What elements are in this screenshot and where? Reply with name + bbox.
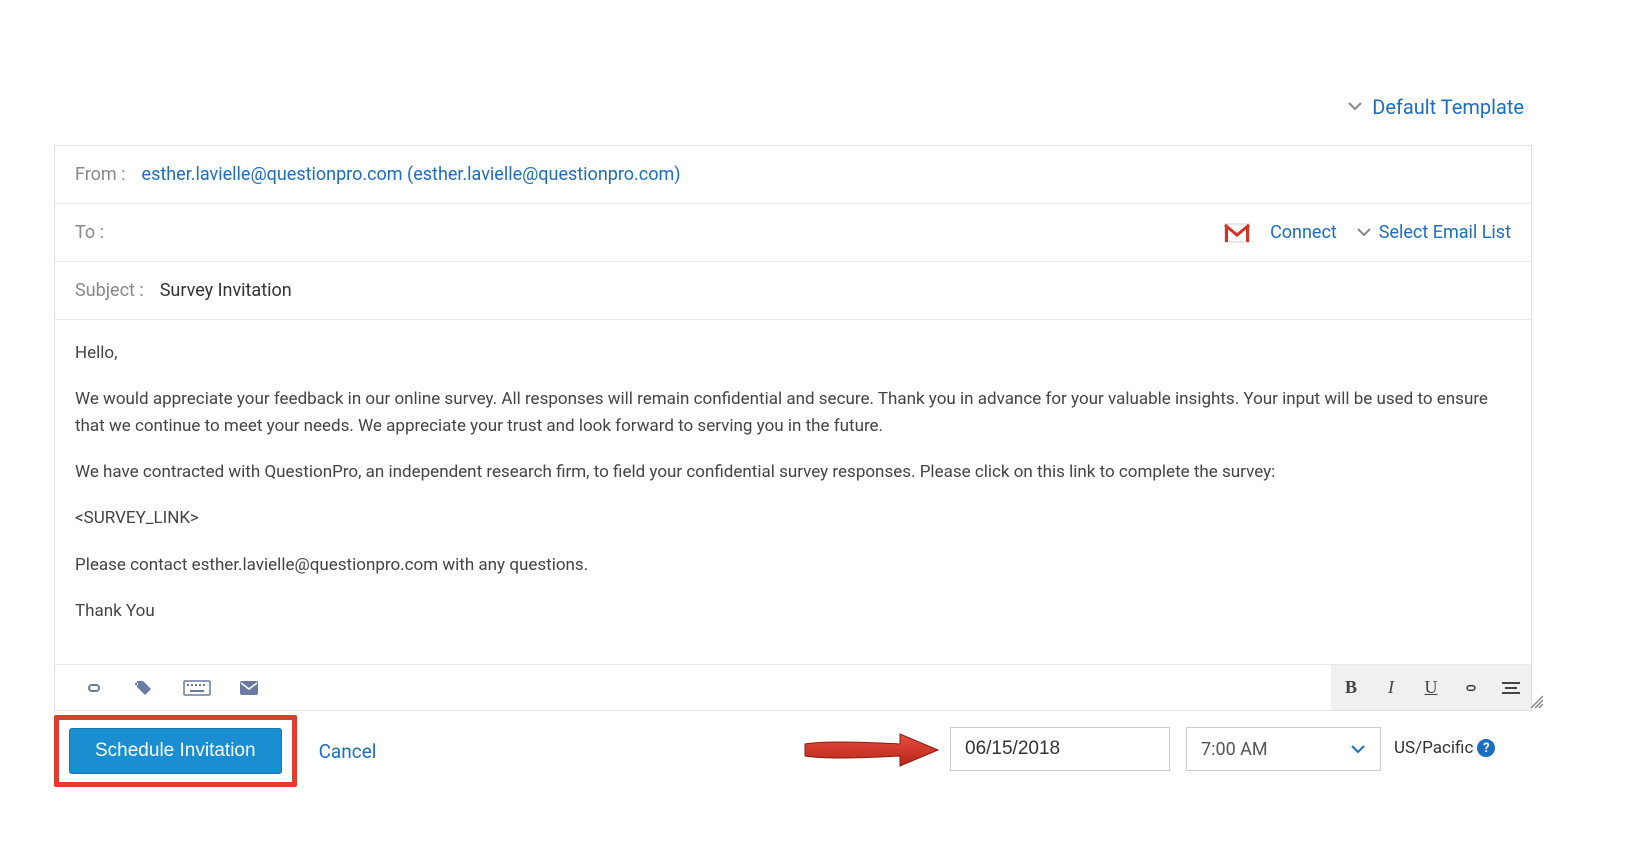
chevron-down-icon	[1350, 739, 1366, 760]
body-paragraph: Please contact esther.lavielle@questionp…	[75, 552, 1511, 578]
cancel-link[interactable]: Cancel	[319, 740, 377, 763]
template-dropdown[interactable]: Default Template	[1348, 95, 1524, 119]
schedule-date-input[interactable]	[950, 727, 1170, 771]
template-dropdown-label: Default Template	[1372, 95, 1524, 119]
subject-row: Subject : Survey Invitation	[55, 262, 1531, 320]
body-greeting: Hello,	[75, 340, 1511, 366]
link-icon[interactable]	[83, 679, 105, 697]
from-value[interactable]: esther.lavielle@questionpro.com (esther.…	[142, 164, 1511, 185]
subject-label: Subject :	[75, 280, 144, 301]
select-email-list-label: Select Email List	[1379, 222, 1511, 243]
body-survey-link-placeholder: <SURVEY_LINK>	[75, 505, 1511, 531]
keyboard-icon[interactable]	[183, 679, 211, 697]
subject-value[interactable]: Survey Invitation	[160, 280, 1511, 301]
chevron-down-icon	[1348, 99, 1362, 115]
schedule-invitation-button[interactable]: Schedule Invitation	[69, 728, 282, 774]
italic-button[interactable]: I	[1371, 665, 1411, 710]
help-icon[interactable]: ?	[1477, 739, 1495, 757]
from-row: From : esther.lavielle@questionpro.com (…	[55, 146, 1531, 204]
gmail-icon[interactable]	[1224, 223, 1250, 243]
body-paragraph: We would appreciate your feedback in our…	[75, 386, 1511, 439]
schedule-time-select[interactable]: 7:00 AM	[1186, 727, 1381, 771]
timezone-text: US/Pacific	[1394, 738, 1473, 758]
resize-handle-icon[interactable]	[1529, 693, 1543, 712]
align-button[interactable]	[1491, 665, 1531, 710]
email-body-editor[interactable]: Hello, We would appreciate your feedback…	[55, 320, 1531, 664]
email-icon[interactable]	[239, 680, 259, 696]
bold-button[interactable]: B	[1331, 665, 1371, 710]
tag-icon[interactable]	[133, 679, 155, 697]
gmail-connect-link[interactable]: Connect	[1270, 222, 1337, 243]
email-compose-panel: From : esther.lavielle@questionpro.com (…	[54, 145, 1532, 711]
select-email-list-dropdown[interactable]: Select Email List	[1357, 222, 1511, 243]
annotation-highlight: Schedule Invitation	[54, 715, 297, 787]
from-label: From :	[75, 164, 126, 185]
editor-toolbar: B I U	[55, 664, 1531, 710]
to-row: To : Connect Select Email List	[55, 204, 1531, 262]
to-label: To :	[75, 222, 104, 243]
timezone-label: US/Pacific ?	[1394, 738, 1495, 758]
underline-button[interactable]: U	[1411, 665, 1451, 710]
chevron-down-icon	[1357, 225, 1371, 241]
body-paragraph: We have contracted with QuestionPro, an …	[75, 459, 1511, 485]
insert-link-button[interactable]	[1451, 665, 1491, 710]
annotation-arrow-icon	[800, 730, 940, 770]
schedule-time-value: 7:00 AM	[1201, 739, 1268, 760]
body-closing: Thank You	[75, 598, 1511, 624]
